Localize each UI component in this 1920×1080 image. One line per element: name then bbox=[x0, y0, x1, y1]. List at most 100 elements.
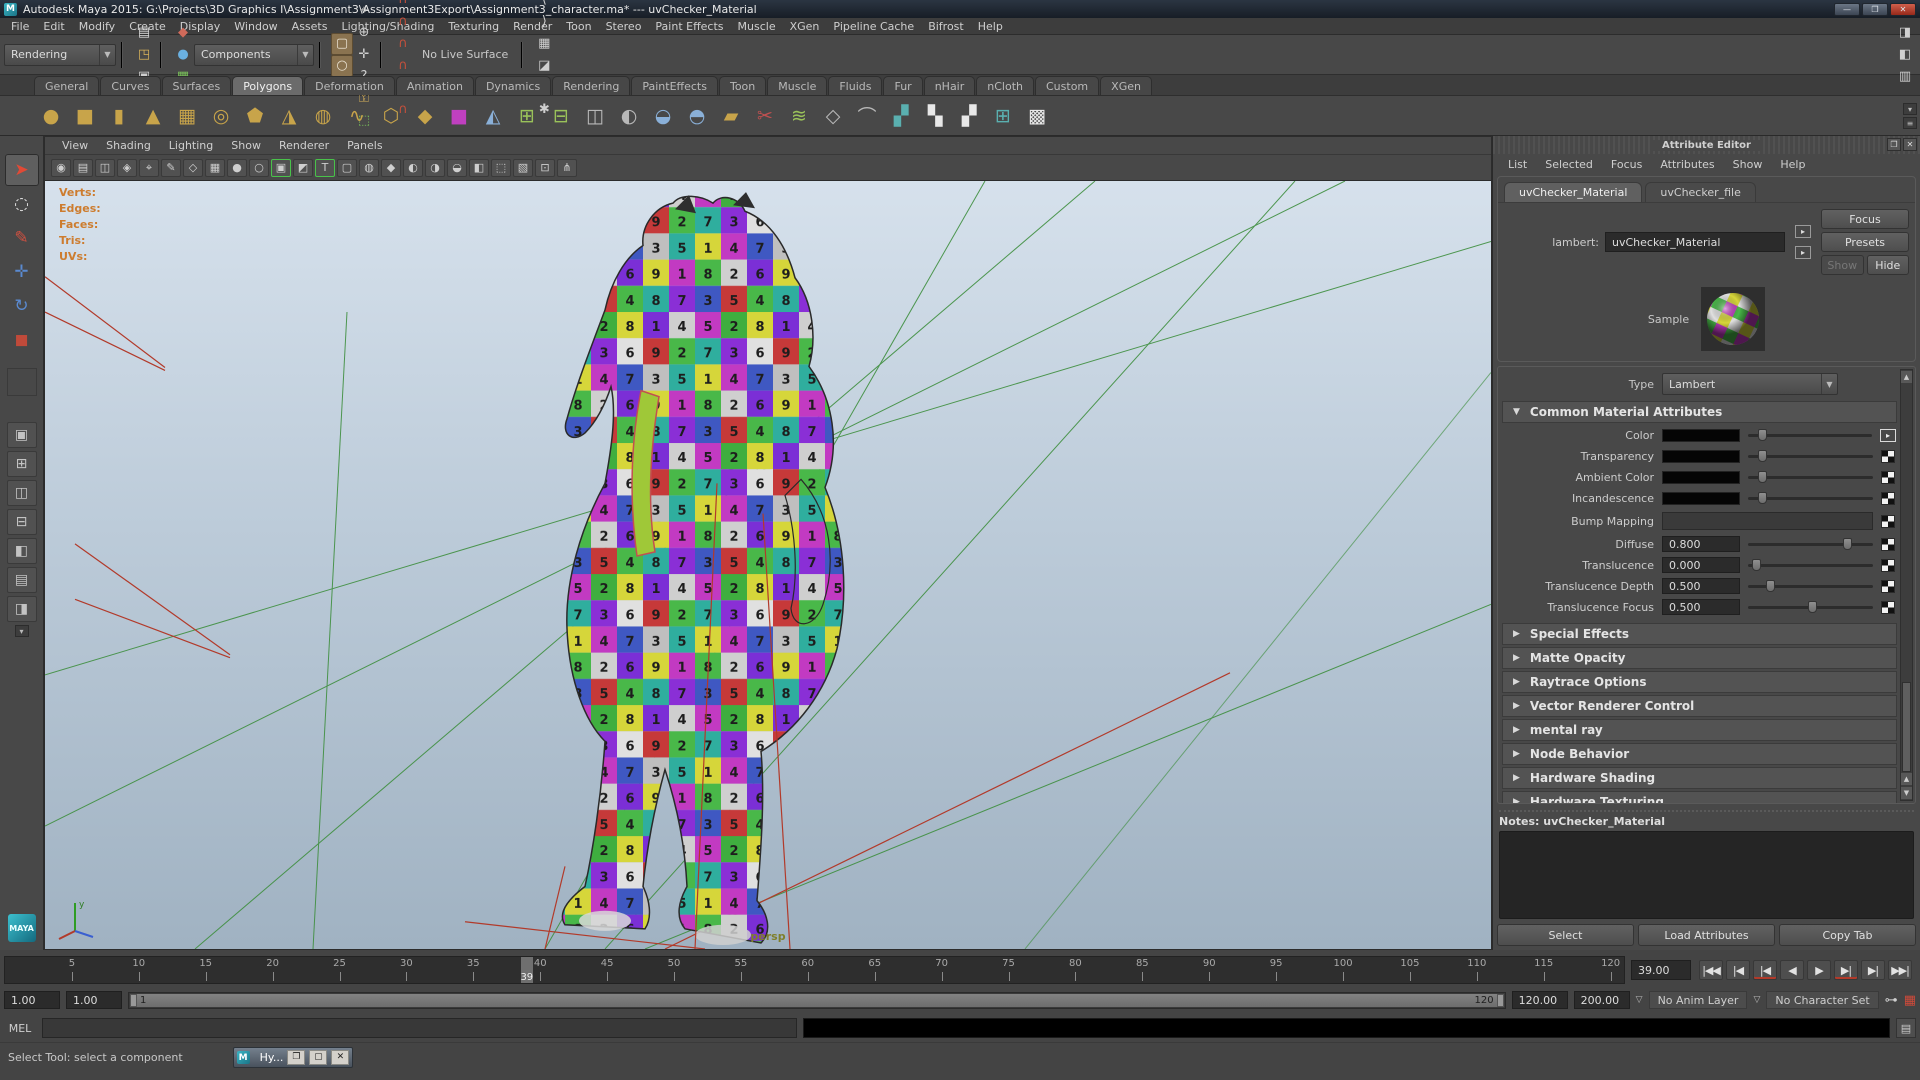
step-back-button[interactable]: |◀ bbox=[1726, 960, 1750, 980]
node-name-field[interactable]: uvChecker_Material bbox=[1605, 232, 1785, 252]
hide-button[interactable]: Hide bbox=[1867, 255, 1910, 275]
shelf-menu-button[interactable]: ▾ bbox=[1903, 103, 1917, 115]
shelf-tab[interactable]: Custom bbox=[1035, 76, 1099, 95]
bevel-icon[interactable]: ◇ bbox=[816, 99, 850, 133]
select-tool[interactable]: ➤ bbox=[5, 154, 39, 186]
ambient-color-slider[interactable] bbox=[1748, 476, 1873, 479]
menu-item[interactable]: Edit bbox=[36, 20, 71, 33]
tool-settings-toggle-icon[interactable]: ◧ bbox=[1894, 44, 1916, 66]
poly-pipe-icon[interactable]: ◍ bbox=[306, 99, 340, 133]
viewport-toolbar-icon[interactable]: ◍ bbox=[359, 159, 379, 177]
command-output-field[interactable] bbox=[803, 1018, 1890, 1038]
boolean-icon[interactable]: ◐ bbox=[612, 99, 646, 133]
selection-icon[interactable]: ⌖ bbox=[353, 0, 375, 22]
viewport-toolbar-icon[interactable]: ◫ bbox=[95, 159, 115, 177]
ae-menu-item[interactable]: List bbox=[1499, 158, 1536, 171]
color-swatch[interactable] bbox=[1662, 450, 1740, 463]
shelf-edit-button[interactable]: ≡ bbox=[1903, 117, 1917, 129]
sculpt-tool-icon[interactable]: ◭ bbox=[476, 99, 510, 133]
map-button[interactable] bbox=[1881, 515, 1895, 528]
material-sample-swatch[interactable] bbox=[1701, 287, 1765, 351]
chevron-down-icon[interactable]: ▽ bbox=[1753, 995, 1760, 1005]
layout-shortcut-button[interactable]: ⊟ bbox=[7, 509, 37, 535]
ae-menu-item[interactable]: Help bbox=[1771, 158, 1814, 171]
select-by-object-icon[interactable]: ● bbox=[172, 44, 194, 66]
output-connections-icon[interactable]: ⟩ bbox=[533, 11, 555, 33]
shelf-tab[interactable]: Surfaces bbox=[162, 76, 232, 95]
collapsed-section-header[interactable]: ▶ mental ray bbox=[1502, 719, 1897, 741]
separator[interactable] bbox=[121, 42, 128, 68]
input-connections-icon[interactable]: ⟨ bbox=[533, 0, 555, 11]
viewport-toolbar-icon[interactable]: ⋔ bbox=[557, 159, 577, 177]
ae-scrollbar[interactable]: ▲ ▲ ▼ bbox=[1900, 369, 1913, 801]
layout-shortcut-button[interactable]: ▤ bbox=[7, 567, 37, 593]
menu-item[interactable]: Help bbox=[971, 20, 1010, 33]
menu-item[interactable]: Assets bbox=[285, 20, 335, 33]
material-type-dropdown[interactable]: Lambert ▼ bbox=[1662, 373, 1838, 395]
section-common-material-attributes[interactable]: ▼ Common Material Attributes bbox=[1502, 401, 1897, 423]
animation-start-field[interactable]: 1.00 bbox=[4, 991, 60, 1009]
poly-cylinder-icon[interactable]: ▮ bbox=[102, 99, 136, 133]
poly-sphere-icon[interactable]: ● bbox=[34, 99, 68, 133]
shelf-tab[interactable]: nCloth bbox=[976, 76, 1034, 95]
current-time-field[interactable]: 39.00 bbox=[1631, 960, 1691, 980]
collapsed-section-header[interactable]: ▶ Special Effects bbox=[1502, 623, 1897, 645]
poly-platonic-icon[interactable]: ◆ bbox=[408, 99, 442, 133]
select-button[interactable]: Select bbox=[1497, 924, 1634, 946]
character-set-dropdown[interactable]: No Character Set bbox=[1766, 991, 1878, 1009]
map-button[interactable] bbox=[1881, 471, 1895, 484]
maximize-button[interactable]: ❐ bbox=[1862, 3, 1888, 16]
layout-shortcut-button[interactable]: ◨ bbox=[7, 596, 37, 622]
show-button[interactable]: Show bbox=[1821, 255, 1864, 275]
component-mode-icon[interactable]: ○ bbox=[331, 55, 353, 77]
next-key-button[interactable]: ▶| bbox=[1834, 960, 1858, 980]
reduce-icon[interactable]: ◓ bbox=[680, 99, 714, 133]
poly-cube-icon[interactable]: ■ bbox=[68, 99, 102, 133]
insert-edge-loop-icon[interactable]: ≋ bbox=[782, 99, 816, 133]
map-button[interactable] bbox=[1881, 601, 1895, 614]
range-end-handle[interactable] bbox=[1497, 994, 1504, 1007]
step-forward-button[interactable]: ▶| bbox=[1861, 960, 1885, 980]
viewport-toolbar-icon[interactable]: ✎ bbox=[161, 159, 181, 177]
ae-menu-item[interactable]: Selected bbox=[1536, 158, 1602, 171]
close-icon[interactable]: ✕ bbox=[331, 1050, 349, 1065]
auto-keyframe-icon[interactable]: ▦ bbox=[1904, 993, 1916, 1008]
translucence-focus-slider[interactable] bbox=[1748, 606, 1873, 609]
move-tool[interactable]: ✛ bbox=[5, 256, 39, 288]
collapsed-section-header[interactable]: ▶ Node Behavior bbox=[1502, 743, 1897, 765]
menu-set-dropdown[interactable]: Rendering ▼ bbox=[4, 44, 116, 66]
set-key-icon[interactable]: ⊶ bbox=[1885, 993, 1898, 1008]
go-to-start-button[interactable]: |◀◀ bbox=[1699, 960, 1723, 980]
viewport-toolbar-icon[interactable]: ◐ bbox=[403, 159, 423, 177]
color-swatch[interactable] bbox=[1662, 471, 1740, 484]
shelf-tab[interactable]: Rendering bbox=[552, 76, 630, 95]
highlight-mode-icon[interactable]: ▢ bbox=[331, 33, 353, 55]
separate-icon[interactable]: ⊟ bbox=[544, 99, 578, 133]
panel-menu-item[interactable]: Show bbox=[222, 139, 270, 152]
notes-textarea[interactable] bbox=[1499, 831, 1914, 919]
separator[interactable] bbox=[160, 42, 167, 68]
command-input-field[interactable] bbox=[42, 1018, 797, 1038]
bump-mapping-field[interactable] bbox=[1662, 512, 1873, 530]
range-slider-bar[interactable]: 1 120 bbox=[130, 994, 1504, 1007]
viewport-toolbar-icon[interactable]: ◉ bbox=[51, 159, 71, 177]
menu-item[interactable]: Texturing bbox=[441, 20, 506, 33]
menu-item[interactable]: Toon bbox=[559, 20, 598, 33]
viewport-toolbar-icon[interactable]: ▤ bbox=[73, 159, 93, 177]
scroll-up-icon[interactable]: ▲ bbox=[1901, 773, 1912, 785]
map-button[interactable] bbox=[1881, 450, 1895, 463]
anim-layer-dropdown[interactable]: No Anim Layer bbox=[1649, 991, 1748, 1009]
shelf-tab[interactable]: nHair bbox=[924, 76, 976, 95]
viewport-toolbar-icon[interactable]: ⬚ bbox=[491, 159, 511, 177]
map-button[interactable] bbox=[1881, 538, 1895, 551]
live-surface-field[interactable]: No Live Surface bbox=[414, 48, 516, 61]
timeline-playhead[interactable]: 39 bbox=[521, 957, 533, 983]
color-swatch[interactable] bbox=[1662, 429, 1740, 442]
viewport-toolbar-icon[interactable]: ▢ bbox=[337, 159, 357, 177]
soft-select-icon[interactable]: ⊕ bbox=[353, 22, 375, 44]
map-button[interactable] bbox=[1881, 580, 1895, 593]
collapsed-section-header[interactable]: ▶ Matte Opacity bbox=[1502, 647, 1897, 669]
range-start-handle[interactable] bbox=[130, 994, 137, 1007]
menu-item[interactable]: Pipeline Cache bbox=[826, 20, 921, 33]
diffuse-field[interactable]: 0.800 bbox=[1662, 536, 1740, 552]
